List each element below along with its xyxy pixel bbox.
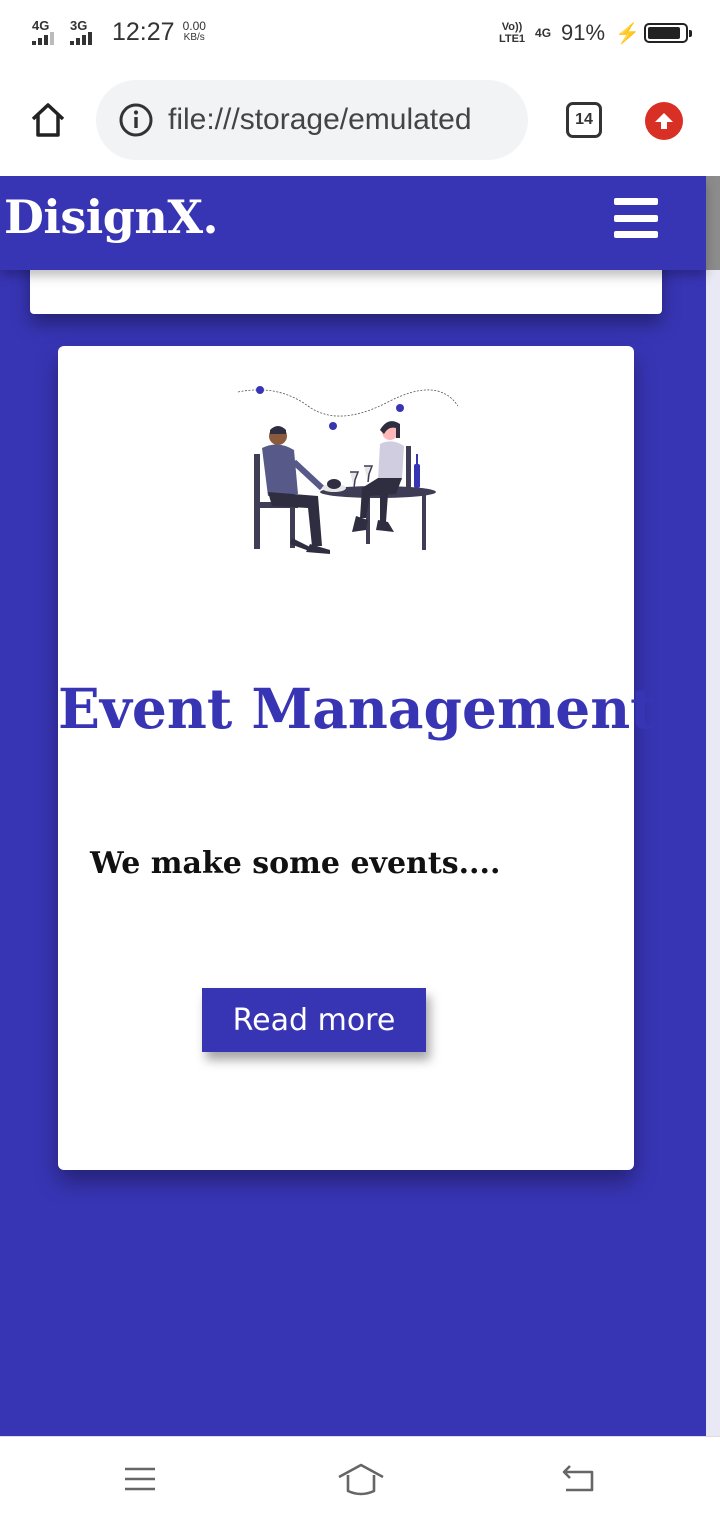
scrollbar-thumb[interactable] — [706, 176, 720, 270]
site-logo[interactable]: DisignX. — [4, 190, 219, 244]
volte-indicator: Vo)) LTE1 — [499, 21, 525, 45]
network-speed-unit: KB/s — [183, 32, 205, 43]
back-icon — [562, 1465, 594, 1492]
scrollbar-track[interactable] — [706, 176, 720, 1436]
browser-toolbar: file:///storage/emulated 14 — [0, 66, 720, 176]
dinner-date-illustration — [238, 386, 458, 554]
tab-count: 14 — [575, 111, 593, 128]
network-speed-value: 0.00 — [182, 19, 206, 33]
signal-3g-label: 3G — [70, 18, 88, 33]
volte-top-label: Vo)) — [501, 21, 523, 33]
card-title: Event Management — [58, 676, 656, 741]
browser-home-button[interactable] — [26, 98, 70, 142]
home-icon — [338, 1463, 384, 1496]
site-header: DisignX. — [0, 176, 706, 270]
charging-icon: ⚡ — [615, 22, 640, 45]
home-icon — [31, 103, 65, 137]
tab-switcher-button[interactable]: 14 — [566, 102, 602, 138]
clock: 12:27 — [112, 17, 175, 46]
card-description: We make some events.... — [90, 846, 501, 881]
web-page-viewport[interactable]: DisignX. Event Management We make some e… — [0, 176, 720, 1436]
menu-icon — [125, 1467, 155, 1491]
signal-4g-icon: 4G — [32, 19, 62, 45]
info-icon[interactable] — [118, 102, 154, 138]
address-bar[interactable]: file:///storage/emulated — [96, 80, 528, 160]
update-arrow-icon — [655, 113, 673, 129]
battery-fill — [648, 27, 680, 39]
volte-bottom-label: LTE1 — [498, 33, 526, 45]
update-button[interactable] — [645, 102, 683, 140]
system-nav-bar — [0, 1436, 720, 1520]
nav-menu-button[interactable] — [120, 1461, 160, 1497]
url-text[interactable]: file:///storage/emulated — [168, 100, 512, 140]
hamburger-menu-icon[interactable] — [614, 198, 658, 238]
nav-home-button[interactable] — [336, 1461, 386, 1497]
battery-percent: 91% — [561, 20, 606, 45]
network-speed: 0.00 KB/s — [183, 20, 206, 44]
status-bar: 4G 3G 12:27 0.00 KB/s Vo)) LTE1 4G 91% ⚡ — [0, 0, 720, 66]
nav-back-button[interactable] — [558, 1461, 598, 1497]
service-card: Event Management We make some events....… — [58, 346, 656, 1170]
signal-3g-icon: 3G — [70, 19, 100, 45]
read-more-button[interactable]: Read more — [202, 988, 426, 1052]
signal-4g-label: 4G — [32, 18, 50, 33]
battery-icon — [644, 23, 692, 43]
network-4g-label: 4G — [535, 26, 552, 40]
